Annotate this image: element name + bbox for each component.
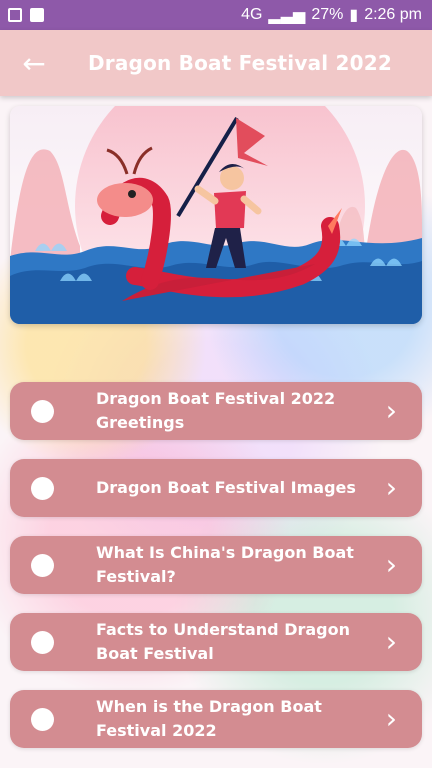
menu-item-images[interactable]: Dragon Boat Festival Images › <box>10 459 422 517</box>
back-button[interactable]: ← <box>17 46 51 80</box>
radio-indicator-icon <box>31 399 54 423</box>
chevron-right-icon: › <box>385 471 397 504</box>
radio-indicator-icon <box>31 553 54 577</box>
image-notification-icon <box>8 8 22 22</box>
battery-percent: 27% <box>311 6 344 23</box>
radio-indicator-icon <box>31 630 54 654</box>
network-type: 4G <box>241 6 263 23</box>
menu-item-facts[interactable]: Facts to Understand Dragon Boat Festival… <box>10 613 422 671</box>
menu-item-label: When is the Dragon Boat Festival 2022 <box>96 697 322 740</box>
chevron-right-icon: › <box>385 548 397 581</box>
menu-item-label: Dragon Boat Festival Images <box>96 478 356 497</box>
radio-indicator-icon <box>31 707 54 731</box>
menu-item-what-is[interactable]: What Is China's Dragon Boat Festival? › <box>10 536 422 594</box>
menu-item-greetings[interactable]: Dragon Boat Festival 2022 Greetings › <box>10 382 422 440</box>
chevron-right-icon: › <box>385 702 397 735</box>
menu-item-label: What Is China's Dragon Boat Festival? <box>96 543 354 586</box>
wifi-icon <box>30 8 44 22</box>
page-title: Dragon Boat Festival 2022 <box>88 51 392 75</box>
notification-icons <box>8 8 44 22</box>
menu-item-label: Dragon Boat Festival 2022 Greetings <box>96 389 336 432</box>
status-bar: 4G ▂▃▅ 27% ▮ 2:26 pm <box>0 0 432 30</box>
battery-icon: ▮ <box>349 7 359 24</box>
menu-item-when[interactable]: When is the Dragon Boat Festival 2022 › <box>10 690 422 748</box>
menu-item-label: Facts to Understand Dragon Boat Festival <box>96 620 350 663</box>
dragon-boat-illustration <box>10 106 422 324</box>
back-arrow-icon: ← <box>22 46 46 80</box>
chevron-right-icon: › <box>385 625 397 658</box>
festival-banner-image <box>10 106 422 324</box>
radio-indicator-icon <box>31 476 54 500</box>
chevron-right-icon: › <box>385 394 397 427</box>
app-bar: ← Dragon Boat Festival 2022 <box>0 30 432 96</box>
clock: 2:26 pm <box>364 6 422 23</box>
signal-icon: ▂▃▅ <box>268 7 306 24</box>
